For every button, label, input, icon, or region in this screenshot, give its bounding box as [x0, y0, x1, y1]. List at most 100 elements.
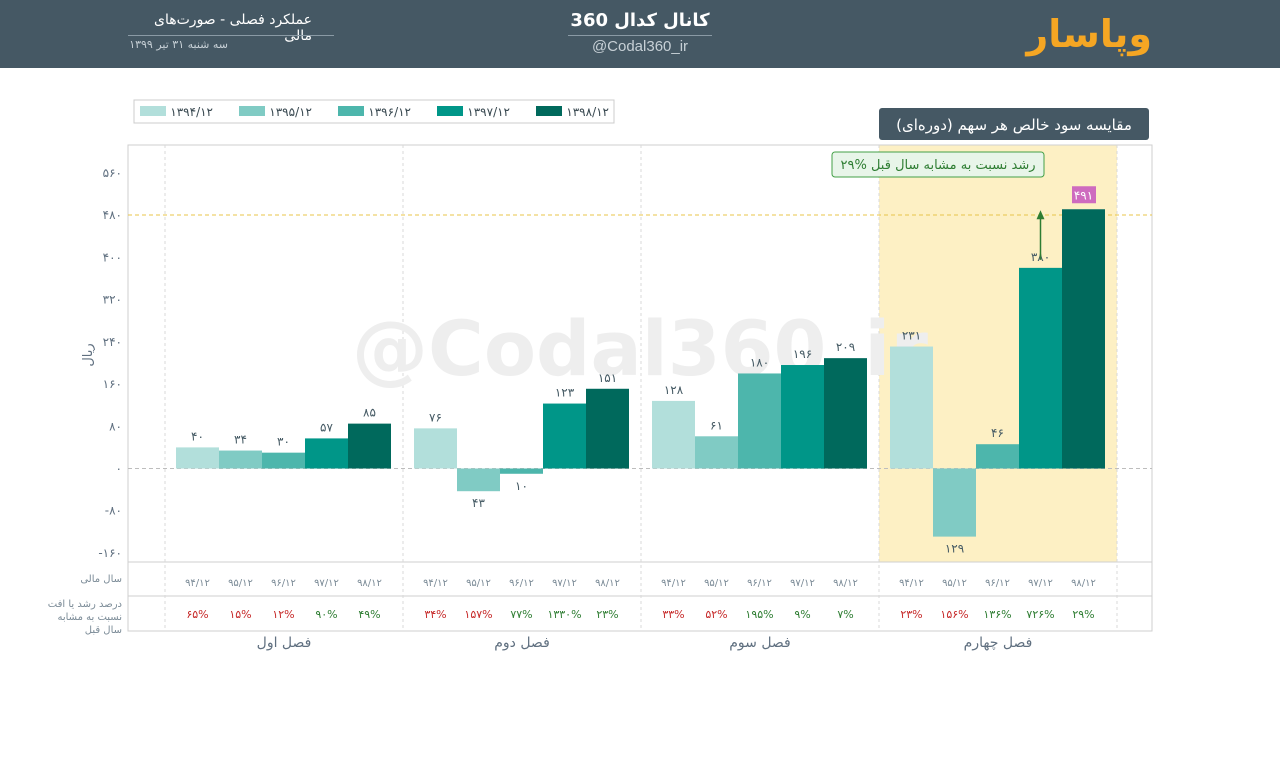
bar: [457, 468, 500, 492]
bar-value-label: ۲۳۱: [902, 329, 921, 343]
bar: [652, 400, 695, 469]
row-label-growth: درصد رشد یا افت: [48, 599, 122, 610]
bar-value-label: ۴۶: [991, 426, 1004, 440]
eps-chart: @Codal360_ir-۱۶۰-۸۰۰۸۰۱۶۰۲۴۰۳۲۰۴۰۰۴۸۰۵۶۰…: [48, 99, 1153, 651]
fiscal-year-cell: ۹۸/۱۲: [357, 578, 382, 589]
bar: [348, 423, 391, 469]
fiscal-year-cell: ۹۷/۱۲: [314, 578, 339, 589]
fiscal-year-cell: ۹۸/۱۲: [595, 578, 620, 589]
bar: [890, 346, 933, 469]
legend-swatch: [239, 106, 265, 116]
fiscal-year-cell: ۹۵/۱۲: [704, 578, 729, 589]
growth-cell: ۲۹%: [1072, 608, 1094, 621]
fiscal-year-cell: ۹۴/۱۲: [423, 578, 448, 589]
row-label-fiscal-year: سال مالی: [80, 574, 122, 585]
bar-value-label: ۱۲۹: [945, 542, 964, 556]
fiscal-year-cell: ۹۷/۱۲: [552, 578, 577, 589]
fiscal-year-cell: ۹۷/۱۲: [790, 578, 815, 589]
bar-value-label: ۱۵۱: [598, 371, 617, 385]
bar: [262, 452, 305, 469]
bar-value-label: ۴۳: [472, 496, 485, 510]
growth-cell: ۲۳%: [900, 608, 922, 621]
growth-cell: ۳۴%: [424, 608, 446, 621]
y-tick-label: -۸۰: [105, 504, 122, 518]
y-tick-label: ۴۰۰: [103, 250, 122, 264]
growth-cell: ۱۵۶%: [940, 608, 968, 621]
bar-value-label: ۱۹۶: [793, 347, 812, 361]
fiscal-year-cell: ۹۴/۱۲: [661, 578, 686, 589]
y-tick-label: ۲۴۰: [103, 335, 122, 349]
bar-value-label: ۱۲۳: [555, 386, 575, 400]
fiscal-year-cell: ۹۶/۱۲: [509, 578, 534, 589]
bar-value-label: ۱۲۸: [664, 383, 684, 397]
annotation-text: ۲۹% رشد نسبت به مشابه سال قبل: [841, 158, 1036, 173]
group-label: فصل اول: [257, 635, 312, 651]
bar: [586, 388, 629, 469]
chart-title: مقایسه سود خالص هر سهم (دوره‌ای): [896, 116, 1132, 134]
bar-value-label: ۳۰: [277, 435, 290, 449]
bar: [738, 373, 781, 469]
fiscal-year-cell: ۹۴/۱۲: [185, 578, 210, 589]
fiscal-year-cell: ۹۶/۱۲: [271, 578, 296, 589]
fiscal-year-cell: ۹۵/۱۲: [942, 578, 967, 589]
bar-value-label: ۴۹۱: [1074, 188, 1093, 202]
growth-cell: ۱۳۳۰%: [547, 608, 581, 621]
legend-swatch: [338, 106, 364, 116]
growth-cell: ۳۳%: [662, 608, 684, 621]
bar-value-label: ۱۰: [515, 479, 528, 493]
bar: [414, 428, 457, 469]
bar: [695, 436, 738, 469]
legend-label: ۱۳۹۷/۱۲: [467, 105, 510, 119]
bar: [1019, 267, 1062, 469]
bar: [176, 447, 219, 469]
bar-value-label: ۶۱: [710, 418, 723, 432]
bar-value-label: ۱۸۰: [750, 355, 769, 369]
growth-cell: ۶۵%: [186, 608, 208, 621]
bar: [976, 444, 1019, 469]
fiscal-year-cell: ۹۴/۱۲: [899, 578, 924, 589]
growth-cell: ۱۲%: [272, 608, 294, 621]
growth-cell: ۱۵%: [229, 608, 251, 621]
bar: [933, 468, 976, 537]
y-tick-label: ۵۶۰: [103, 166, 122, 180]
growth-cell: ۷%: [837, 608, 853, 621]
y-axis-label: ریال: [81, 343, 96, 366]
y-tick-label: ۴۸۰: [103, 208, 122, 222]
group-label: فصل سوم: [729, 635, 791, 651]
bar-value-label: ۴۰: [191, 429, 204, 443]
bar: [500, 468, 543, 474]
row-label-growth: نسبت به مشابه: [57, 612, 122, 623]
growth-cell: ۱۵۷%: [464, 608, 492, 621]
fiscal-year-cell: ۹۵/۱۲: [466, 578, 491, 589]
group-label: فصل دوم: [494, 635, 550, 651]
fiscal-year-cell: ۹۶/۱۲: [985, 578, 1010, 589]
bar-value-label: ۵۷: [320, 420, 333, 434]
bar: [1062, 209, 1105, 469]
bar-value-label: ۲۰۹: [836, 340, 855, 354]
growth-cell: ۹۰%: [315, 608, 337, 621]
bar: [781, 365, 824, 469]
fiscal-year-cell: ۹۵/۱۲: [228, 578, 253, 589]
growth-cell: ۷۲۶%: [1026, 608, 1054, 621]
fiscal-year-cell: ۹۷/۱۲: [1028, 578, 1053, 589]
row-label-growth: سال قبل: [85, 625, 122, 636]
bar: [305, 438, 348, 469]
growth-cell: ۹%: [794, 608, 810, 621]
legend-label: ۱۳۹۸/۱۲: [566, 105, 609, 119]
growth-cell: ۵۲%: [705, 608, 727, 621]
group-label: فصل چهارم: [964, 635, 1033, 651]
bar-value-label: ۸۵: [363, 406, 376, 420]
bar: [824, 358, 867, 469]
bar-value-label: ۷۶: [429, 410, 442, 424]
y-tick-label: -۱۶۰: [98, 546, 122, 560]
fiscal-year-cell: ۹۸/۱۲: [833, 578, 858, 589]
bar: [219, 450, 262, 469]
growth-cell: ۱۳۶%: [983, 608, 1011, 621]
legend-swatch: [536, 106, 562, 116]
growth-cell: ۲۳%: [596, 608, 618, 621]
y-tick-label: ۱۶۰: [103, 377, 122, 391]
fiscal-year-cell: ۹۶/۱۲: [747, 578, 772, 589]
legend-label: ۱۳۹۶/۱۲: [368, 105, 411, 119]
y-tick-label: ۸۰: [109, 419, 122, 433]
fiscal-year-cell: ۹۸/۱۲: [1071, 578, 1096, 589]
